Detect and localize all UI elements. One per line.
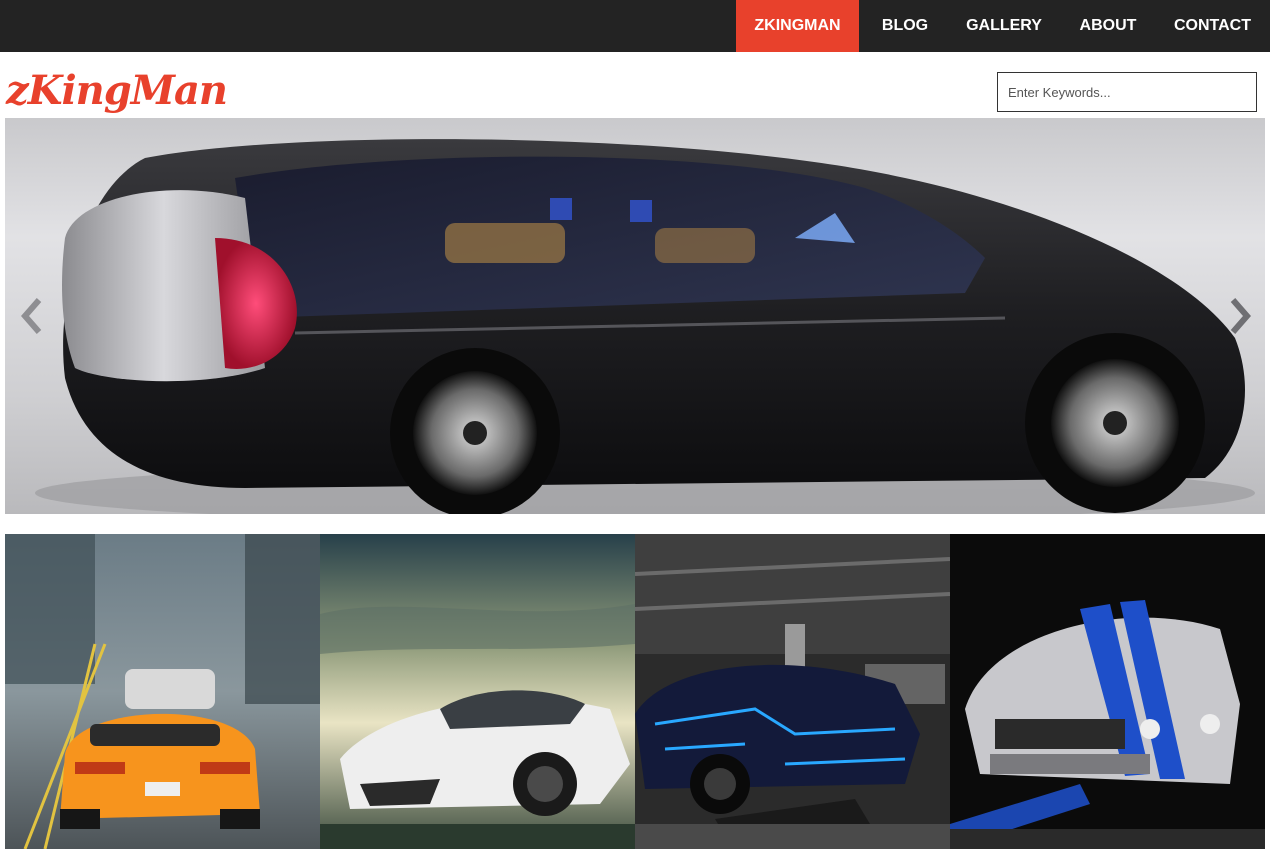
nav-item-blog[interactable]: BLOG	[859, 0, 951, 52]
nav-item-gallery[interactable]: GALLERY	[951, 0, 1057, 52]
gallery-tile-orange-car[interactable]	[5, 534, 320, 849]
nav-item-contact[interactable]: CONTACT	[1159, 0, 1270, 52]
gallery-tile-white-car[interactable]	[320, 534, 635, 849]
site-logo[interactable]: zKingMan	[6, 64, 228, 118]
hero-car-image	[35, 139, 1255, 514]
mustang-image	[950, 534, 1265, 849]
gallery-tile-neon-car[interactable]	[635, 534, 950, 849]
white-car-image	[320, 534, 635, 849]
car-gallery	[5, 534, 1265, 849]
orange-car-image	[5, 534, 320, 849]
nav-item-about[interactable]: ABOUT	[1057, 0, 1159, 52]
gallery-tile-mustang[interactable]	[950, 534, 1265, 849]
top-navigation-bar: ZKINGMAN BLOG GALLERY ABOUT CONTACT	[0, 0, 1270, 52]
search-input[interactable]	[997, 72, 1257, 112]
hero-slider	[5, 118, 1265, 514]
main-nav: ZKINGMAN BLOG GALLERY ABOUT CONTACT	[736, 0, 1270, 52]
slider-next-button[interactable]	[1219, 294, 1259, 338]
neon-car-image	[635, 534, 950, 849]
chevron-right-icon	[1230, 298, 1251, 334]
slider-prev-button[interactable]	[13, 294, 53, 338]
chevron-left-icon	[21, 298, 42, 334]
nav-item-zkingman[interactable]: ZKINGMAN	[736, 0, 859, 52]
